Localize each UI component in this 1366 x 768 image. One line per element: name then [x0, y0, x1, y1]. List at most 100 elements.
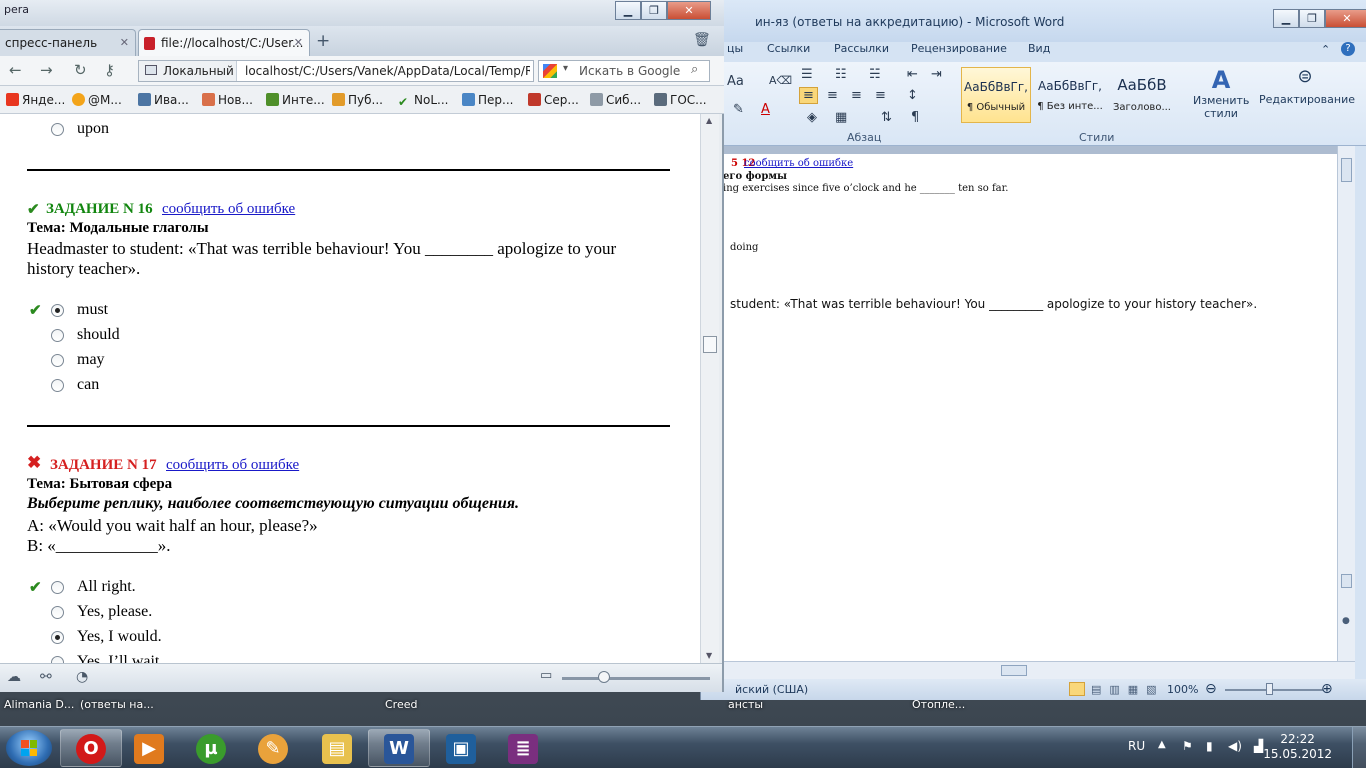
- bullets-icon[interactable]: ☰: [801, 67, 813, 82]
- bookmark-item[interactable]: ✔ NoL...: [398, 93, 448, 109]
- bookmark-item[interactable]: Нов...: [202, 93, 253, 107]
- doc-report-link[interactable]: сообщить об ошибке: [744, 158, 853, 169]
- tab-speed-dial[interactable]: спресс-панель ✕: [0, 29, 136, 56]
- battery-icon[interactable]: ▮: [1206, 739, 1213, 753]
- align-center-icon[interactable]: ≡: [827, 88, 838, 103]
- tab-local-file[interactable]: file://localhost/C:/User... ✕: [138, 29, 310, 56]
- scroll-down-icon[interactable]: ▼: [706, 651, 712, 660]
- show-hidden-icons-icon[interactable]: ▲: [1158, 739, 1166, 750]
- taskbar-paint[interactable]: ✎: [242, 729, 304, 767]
- help-icon[interactable]: ?: [1341, 42, 1355, 56]
- numbering-icon[interactable]: ☷: [835, 67, 847, 82]
- report-error-link[interactable]: сообщить об ошибке: [162, 201, 295, 218]
- browser-titlebar[interactable]: pera ▁ ❐ ✕: [0, 0, 724, 26]
- bookmark-item[interactable]: Ива...: [138, 93, 189, 107]
- minimize-button[interactable]: ▁: [615, 1, 641, 20]
- maximize-button[interactable]: ❐: [641, 1, 667, 20]
- bookmark-item[interactable]: @M...: [72, 93, 122, 107]
- zoom-in-icon[interactable]: ⊕: [1321, 681, 1333, 697]
- desktop-label[interactable]: (ответы на...: [80, 698, 154, 711]
- taskbar-media-player[interactable]: ▶: [118, 729, 180, 767]
- shading-icon[interactable]: ◈: [807, 110, 817, 125]
- language-indicator[interactable]: RU: [1128, 739, 1145, 753]
- zoom-level[interactable]: 100%: [1167, 683, 1198, 696]
- highlight-icon[interactable]: ✎: [733, 102, 744, 117]
- bookmark-item[interactable]: Инте...: [266, 93, 325, 107]
- zoom-slider[interactable]: [562, 677, 710, 680]
- maximize-button[interactable]: ❐: [1299, 9, 1325, 28]
- ribbon-tab[interactable]: цы: [727, 42, 743, 55]
- browser-vertical-scrollbar[interactable]: ▲ ▼: [700, 114, 719, 663]
- view-icon[interactable]: ▭: [540, 668, 552, 683]
- bookmark-item[interactable]: ГОС...: [654, 93, 707, 107]
- taskbar-word[interactable]: W: [368, 729, 430, 767]
- style-normal[interactable]: АаБбВвГг, ¶ Обычный: [961, 67, 1031, 123]
- word-horizontal-scrollbar[interactable]: [701, 661, 1355, 679]
- sort-icon[interactable]: ⇅: [881, 110, 892, 125]
- scroll-thumb[interactable]: [703, 336, 717, 353]
- increase-indent-icon[interactable]: ⇥: [931, 67, 942, 82]
- cloud-icon[interactable]: ☁: [7, 669, 21, 685]
- answer-radio[interactable]: [51, 606, 64, 619]
- taskbar-winrar[interactable]: ≣: [492, 729, 554, 767]
- editing-button[interactable]: ⊜ Редактирование: [1259, 66, 1355, 106]
- chevron-down-icon[interactable]: ▾: [563, 63, 568, 74]
- zoom-slider-thumb[interactable]: [1266, 683, 1273, 695]
- answer-radio[interactable]: [51, 656, 64, 663]
- language-status[interactable]: йский (США): [735, 683, 808, 696]
- align-left-icon[interactable]: ≡: [799, 87, 818, 104]
- ribbon-tab-view[interactable]: Вид: [1028, 42, 1050, 55]
- zoom-slider[interactable]: [1225, 689, 1323, 691]
- tab-close-icon[interactable]: ✕: [120, 36, 129, 49]
- speedometer-icon[interactable]: ◔: [76, 669, 88, 685]
- change-styles-button[interactable]: A Изменить стили: [1193, 66, 1249, 120]
- bookmark-item[interactable]: Сер...: [528, 93, 579, 107]
- answer-radio[interactable]: [51, 631, 64, 644]
- bookmark-item[interactable]: Пуб...: [332, 93, 383, 107]
- search-box[interactable]: ▾ Искать в Google ⌕: [538, 60, 710, 82]
- justify-icon[interactable]: ≡: [875, 88, 886, 103]
- browse-object-icon[interactable]: ●: [1342, 616, 1350, 626]
- show-desktop-button[interactable]: [1352, 727, 1366, 768]
- address-zone[interactable]: Локальный: [139, 61, 237, 81]
- zoom-out-icon[interactable]: ⊖: [1205, 681, 1217, 697]
- collapse-ribbon-icon[interactable]: ⌃: [1321, 43, 1330, 56]
- font-color-icon[interactable]: A: [761, 102, 770, 117]
- clear-format-icon[interactable]: A⌫: [769, 74, 792, 87]
- answer-radio[interactable]: [51, 379, 64, 392]
- report-error-link[interactable]: сообщить об ошибке: [166, 457, 299, 474]
- line-spacing-icon[interactable]: ↕: [907, 88, 918, 103]
- view-buttons-icon[interactable]: ▤▥▦▧: [1091, 683, 1165, 696]
- taskbar-explorer[interactable]: ▤: [306, 729, 368, 767]
- taskbar-utorrent[interactable]: µ: [180, 729, 242, 767]
- desktop-label[interactable]: Creed: [385, 698, 417, 711]
- word-titlebar[interactable]: ин-яз (ответы на аккредитацию) - Microso…: [701, 0, 1366, 42]
- document-page[interactable]: 5 12 сообщить об ошибке его формы ing ex…: [701, 154, 1337, 661]
- scroll-up-icon[interactable]: ▲: [706, 116, 712, 125]
- desktop-label[interactable]: Alimania D...: [4, 698, 74, 711]
- clock[interactable]: 22:22 15.05.2012: [1263, 732, 1332, 762]
- ribbon-tab-review[interactable]: Рецензирование: [911, 42, 1007, 55]
- scroll-thumb[interactable]: [1341, 158, 1352, 182]
- bookmark-item[interactable]: Янде...: [6, 93, 65, 107]
- close-button[interactable]: ✕: [1325, 9, 1366, 28]
- trash-icon[interactable]: 🗑: [693, 32, 711, 48]
- ribbon-tab-references[interactable]: Ссылки: [767, 42, 810, 55]
- reload-icon[interactable]: ↻: [74, 61, 87, 79]
- network-icon[interactable]: ▟: [1254, 739, 1263, 753]
- bookmark-item[interactable]: Пер...: [462, 93, 513, 107]
- new-tab-icon[interactable]: +: [316, 31, 330, 51]
- answer-radio[interactable]: [51, 329, 64, 342]
- back-icon[interactable]: ←: [9, 61, 22, 79]
- answer-radio[interactable]: [51, 354, 64, 367]
- bookmark-item[interactable]: Сиб...: [590, 93, 641, 107]
- taskbar-video-converter[interactable]: ▣: [430, 729, 492, 767]
- answer-radio[interactable]: [51, 581, 64, 594]
- word-vertical-scrollbar[interactable]: ●: [1337, 146, 1355, 661]
- action-center-icon[interactable]: ⚑: [1182, 739, 1193, 753]
- multilevel-list-icon[interactable]: ☵: [869, 67, 881, 82]
- borders-icon[interactable]: ▦: [835, 110, 847, 125]
- answer-radio[interactable]: [51, 123, 64, 136]
- scroll-thumb[interactable]: [1341, 574, 1352, 588]
- show-marks-icon[interactable]: ¶: [911, 110, 919, 125]
